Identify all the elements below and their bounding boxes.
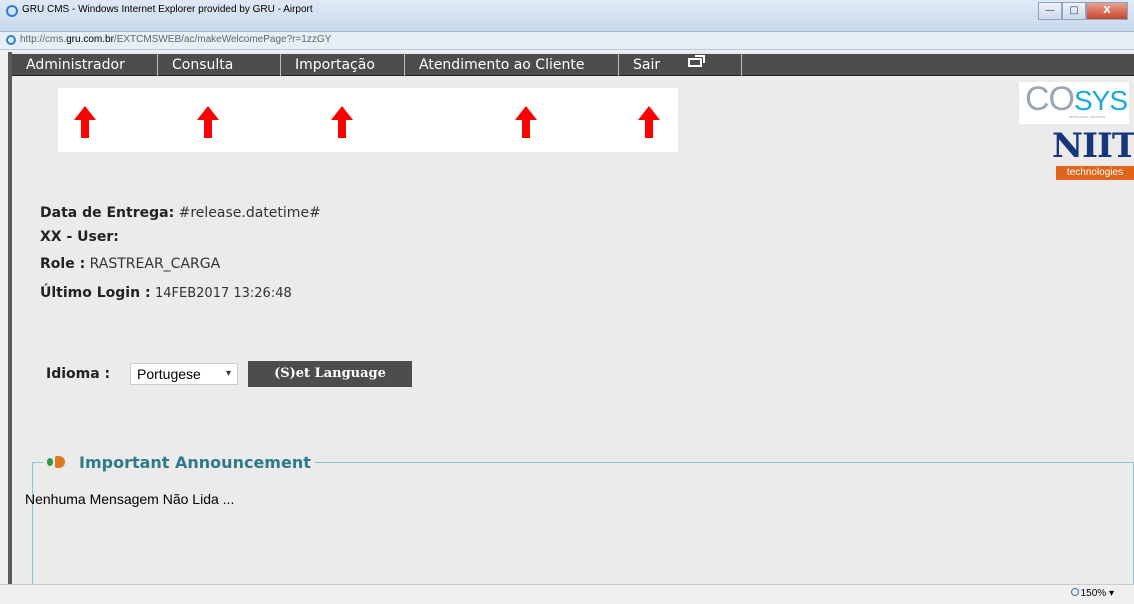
close-button[interactable]: X: [1086, 2, 1128, 20]
page-icon: [6, 35, 16, 45]
title-bar: GRU CMS - Windows Internet Explorer prov…: [0, 0, 1134, 32]
menu-atendimento[interactable]: Atendimento ao Cliente: [405, 54, 619, 76]
menu-sair-label: Sair: [633, 57, 661, 73]
megaphone-icon: [47, 453, 69, 471]
up-arrow-icon: [638, 106, 660, 138]
up-arrow-icon: [515, 106, 537, 138]
minimize-button[interactable]: —: [1038, 2, 1062, 20]
cosys-logo: COSYS INTELLIGENT LOGISTICS: [1019, 80, 1129, 124]
up-arrow-icon: [197, 106, 219, 138]
address-bar[interactable]: http://cms.gru.com.br/EXTCMSWEB/ac/makeW…: [0, 32, 1134, 50]
role-line: Role : RASTREAR_CARGA: [40, 256, 221, 272]
ie-logo-icon: [6, 5, 18, 17]
user-line: XX - User:: [40, 229, 119, 245]
address-url[interactable]: http://cms.gru.com.br/EXTCMSWEB/ac/makeW…: [20, 34, 331, 45]
menu-importacao[interactable]: Importação: [281, 54, 405, 76]
language-select[interactable]: Portugese ▾: [130, 363, 238, 385]
maximize-button[interactable]: □: [1062, 2, 1086, 20]
menu-sair[interactable]: Sair: [619, 54, 742, 76]
up-arrow-icon: [331, 106, 353, 138]
up-arrow-icon: [74, 106, 96, 138]
main-menu: Administrador Consulta Importação Atendi…: [12, 54, 1134, 76]
zoom-control[interactable]: 150% ▾: [1070, 588, 1114, 599]
menu-administrador[interactable]: Administrador: [12, 54, 158, 76]
window-title: GRU CMS - Windows Internet Explorer prov…: [22, 4, 313, 15]
set-language-button[interactable]: (S)et Language: [248, 361, 412, 387]
zoom-icon: [1070, 588, 1079, 596]
niit-logo: NIIT technologies: [1052, 126, 1134, 180]
announcement-message: Nenhuma Mensagem Não Lida ...: [25, 491, 235, 507]
language-row: Idioma : Portugese ▾ (S)et Language: [46, 361, 412, 387]
new-window-icon[interactable]: [688, 54, 706, 67]
menu-hint-panel: [58, 88, 678, 152]
menu-consulta[interactable]: Consulta: [158, 54, 281, 76]
chevron-down-icon: ▾: [225, 368, 231, 379]
status-bar: 150% ▾: [0, 584, 1134, 604]
delivery-date: Data de Entrega: #release.datetime#: [40, 205, 321, 221]
last-login-line: Último Login : 14FEB2017 13:26:48: [40, 285, 292, 301]
announcement-title: Important Announcement: [79, 452, 311, 472]
page-content: Administrador Consulta Importação Atendi…: [8, 52, 1134, 584]
window-controls: — □ X: [1038, 2, 1128, 20]
language-label: Idioma :: [46, 366, 111, 382]
announcement-box: Important Announcement Nenhuma Mensagem …: [25, 451, 1134, 584]
announcement-header: Important Announcement: [43, 451, 315, 473]
browser-window: GRU CMS - Windows Internet Explorer prov…: [0, 0, 1134, 604]
